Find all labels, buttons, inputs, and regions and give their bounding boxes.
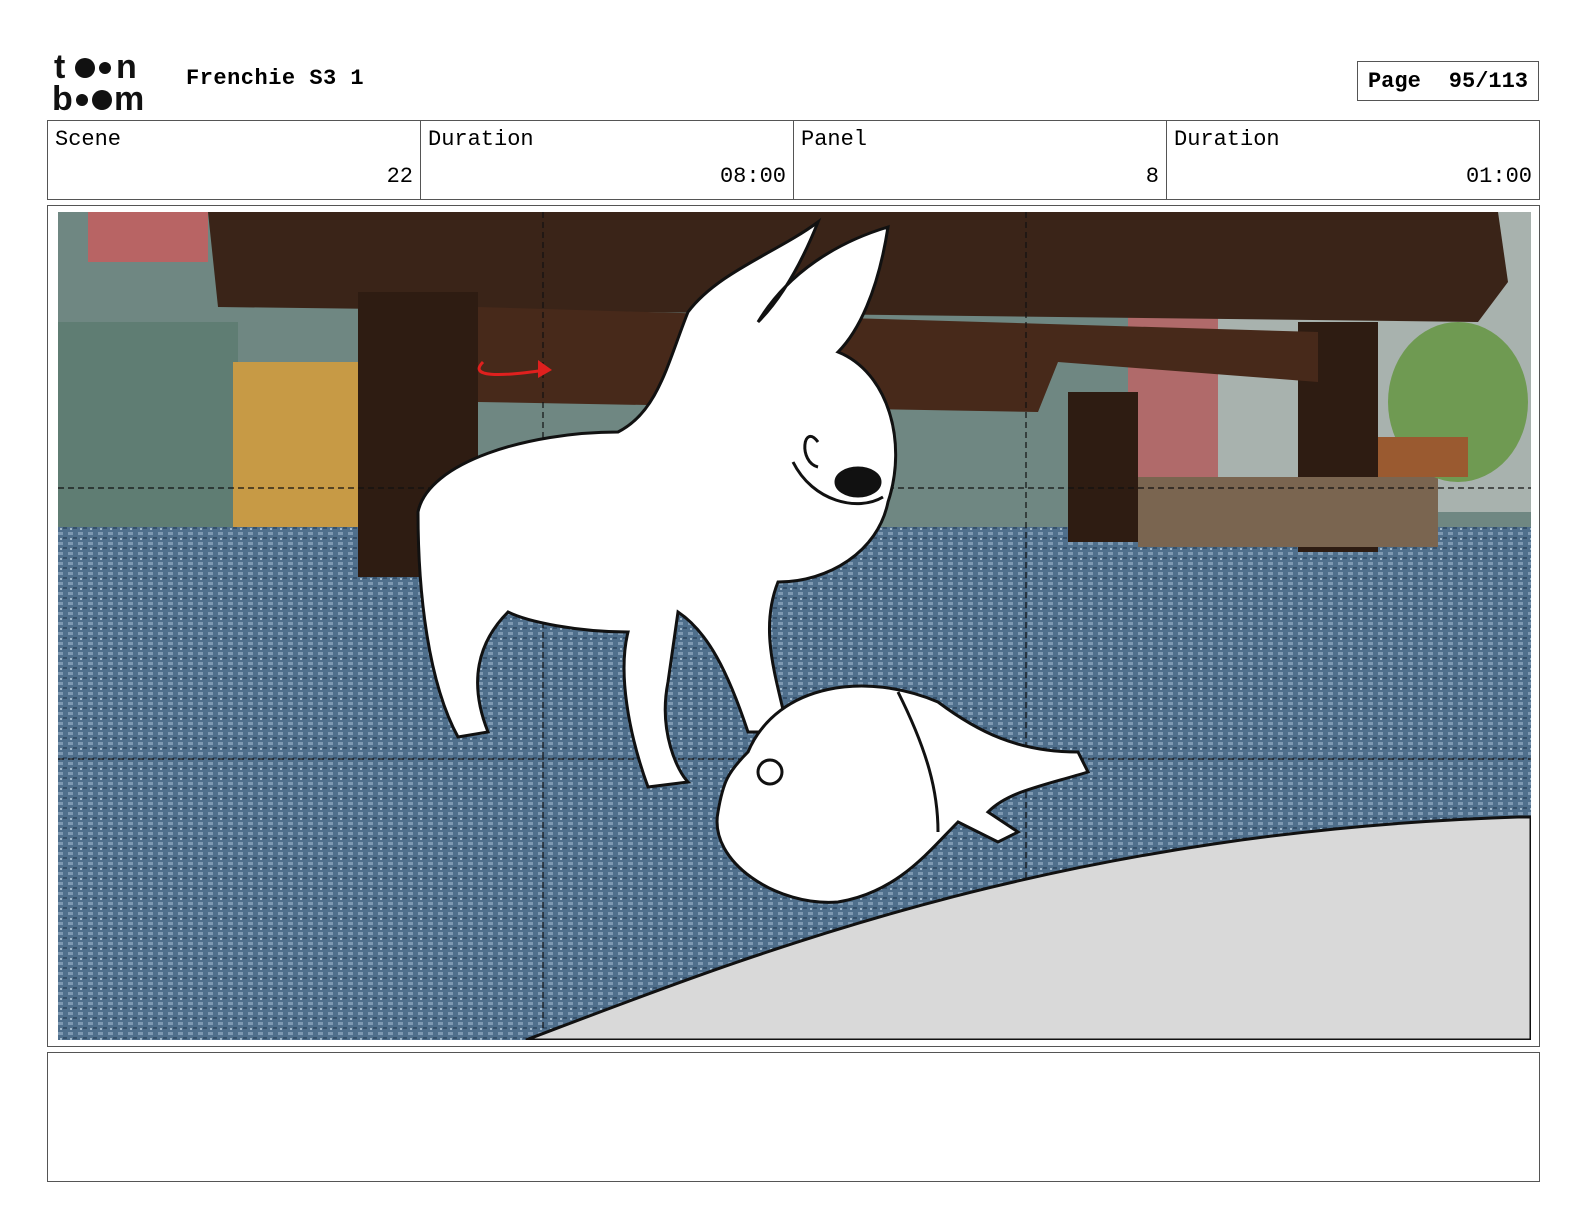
scene-duration-label: Duration <box>428 127 534 152</box>
panel-image <box>58 212 1531 1040</box>
panel-duration-cell: Duration 01:00 <box>1167 121 1539 199</box>
curtain-left <box>88 212 208 262</box>
wooden-cabinet <box>233 362 373 532</box>
storyboard-panel <box>47 205 1540 1047</box>
project-title: Frenchie S3 1 <box>186 66 365 91</box>
scene-duration-value: 08:00 <box>719 164 786 189</box>
panel-value: 8 <box>1145 164 1159 189</box>
scene-value: 22 <box>386 164 413 189</box>
scene-info-row: Scene 22 Duration 08:00 Panel 8 Duration… <box>47 120 1540 200</box>
page-number: 95/113 <box>1448 68 1529 94</box>
panel-duration-label: Duration <box>1174 127 1280 152</box>
scene-cell: Scene 22 <box>48 121 421 199</box>
plant-pot <box>1378 437 1468 477</box>
page-indicator: Page 95/113 <box>1357 61 1539 101</box>
toon-boom-logo: t n b m <box>52 50 144 112</box>
svg-text:b: b <box>52 80 73 112</box>
scene-duration-cell: Duration 08:00 <box>421 121 794 199</box>
table-leg-mid <box>1068 392 1138 542</box>
panel-notes-box <box>47 1052 1540 1182</box>
panel-duration-value: 01:00 <box>1465 164 1532 189</box>
wall-panel <box>58 322 238 532</box>
panel-label: Panel <box>801 127 868 152</box>
scene-label: Scene <box>55 127 122 152</box>
panel-cell: Panel 8 <box>794 121 1167 199</box>
svg-text:m: m <box>114 80 144 112</box>
page-label: Page <box>1367 68 1421 94</box>
